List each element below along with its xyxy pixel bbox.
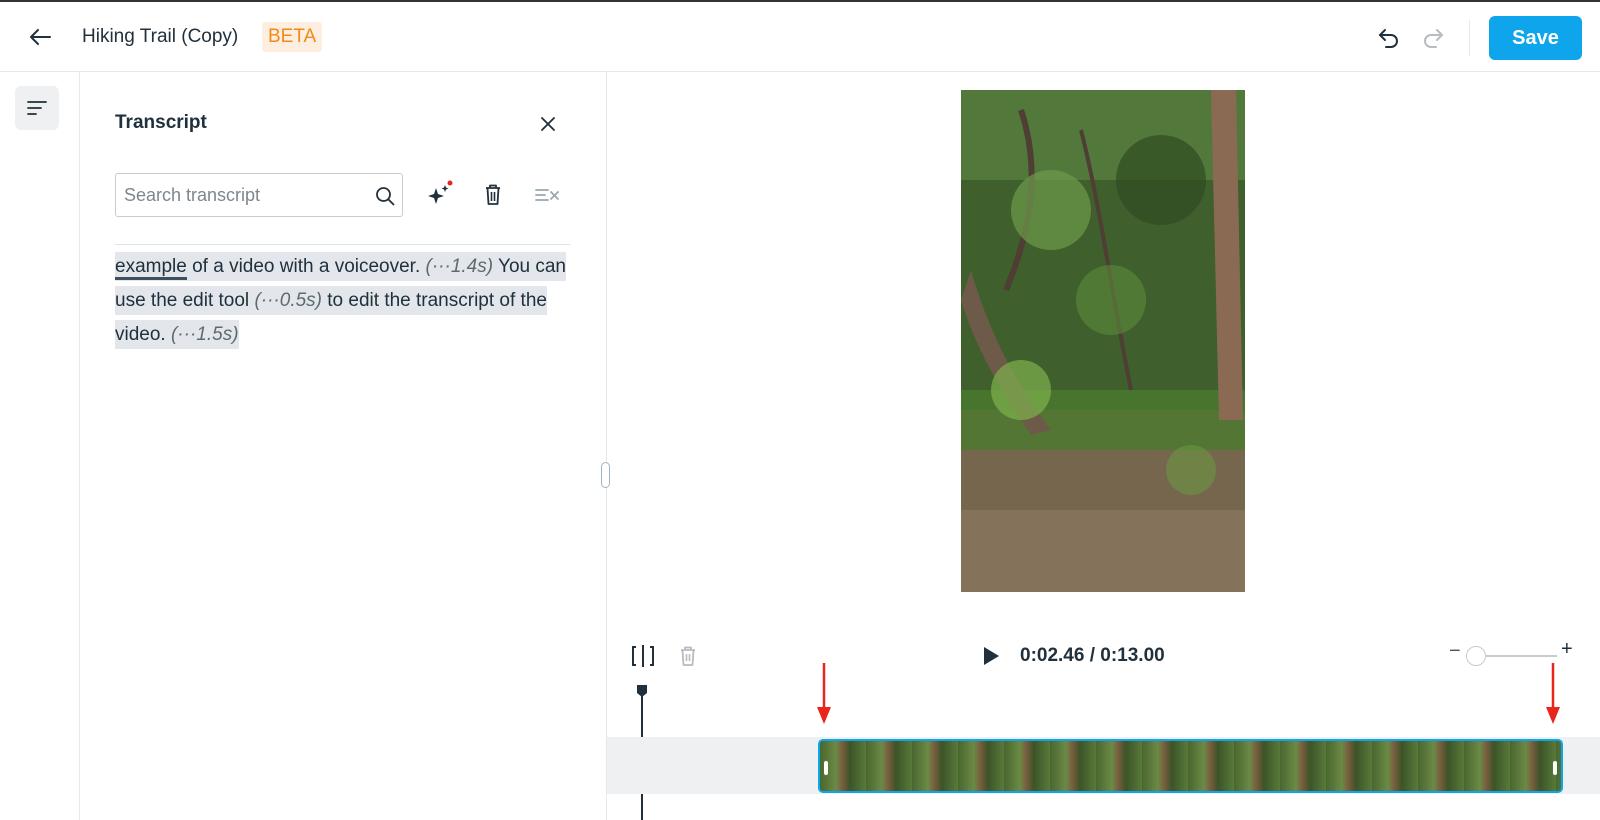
arrow-left-icon (30, 29, 51, 45)
split-icon[interactable] (630, 643, 656, 669)
redo-button[interactable] (1418, 24, 1448, 52)
back-button[interactable] (24, 23, 56, 51)
zoom-slider-knob[interactable] (1466, 646, 1486, 666)
pause-marker[interactable]: (···0.5s) (254, 286, 322, 315)
clip-trim-handle-right[interactable] (1553, 761, 1557, 775)
timecode: 0:02.46 / 0:13.00 (1020, 645, 1165, 666)
forest-frame-image (961, 90, 1245, 592)
trash-icon[interactable] (478, 180, 508, 210)
editor-header: Hiking Trail (Copy) BETA Save (0, 2, 1600, 72)
panel-title: Transcript (115, 112, 207, 133)
clip-delete-icon (681, 646, 695, 666)
panel-separator (115, 244, 570, 245)
beta-badge: BETA (262, 22, 323, 52)
transcript-word: example (115, 252, 187, 281)
redo-icon (1424, 29, 1443, 48)
undo-icon (1379, 29, 1398, 48)
transcript-lines-icon (27, 101, 47, 115)
undo-button[interactable] (1374, 24, 1404, 52)
save-button[interactable]: Save (1489, 16, 1582, 60)
annotation-arrow-icon (1546, 663, 1560, 724)
transcript-text-segment[interactable]: of a video with a voiceover. (186, 252, 426, 281)
pause-marker[interactable]: (···1.4s) (425, 252, 494, 281)
header-divider (1469, 20, 1470, 56)
close-panel-button[interactable] (534, 110, 562, 138)
zoom-in-button[interactable]: + (1561, 638, 1573, 661)
project-title: Hiking Trail (Copy) (82, 26, 239, 47)
video-preview (961, 90, 1245, 592)
transcript-panel: Transcript example of a video with a voi… (80, 72, 607, 820)
current-word[interactable]: example (115, 256, 187, 280)
left-rail (0, 72, 80, 820)
clip-trim-handle-left[interactable] (824, 761, 828, 775)
play-icon[interactable] (980, 644, 1002, 668)
search-icon[interactable] (374, 185, 396, 207)
transcript-toggle-button[interactable] (15, 86, 59, 130)
transcript-text[interactable]: example of a video with a voiceover. (··… (115, 250, 570, 352)
annotation-arrow-icon (817, 663, 831, 724)
panel-resize-handle[interactable] (601, 462, 610, 488)
sparkle-icon[interactable] (424, 180, 454, 210)
transcript-search (115, 173, 403, 217)
clear-format-icon (535, 189, 559, 201)
search-input[interactable] (116, 174, 366, 216)
video-clip[interactable] (818, 739, 1563, 793)
close-icon (541, 117, 555, 131)
pause-marker[interactable]: (···1.5s) (170, 320, 239, 349)
zoom-out-button[interactable]: − (1449, 640, 1461, 663)
